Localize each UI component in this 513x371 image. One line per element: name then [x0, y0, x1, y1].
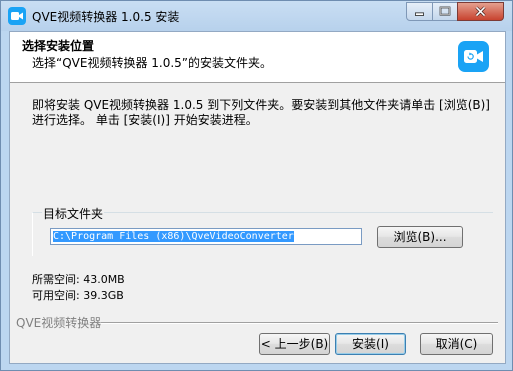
space-available: 可用空间: 39.3GB [32, 289, 124, 302]
install-button[interactable]: 安装(I) [335, 333, 406, 355]
page-subtitle: 选择“QVE视频转换器 1.0.5”的安装文件夹。 [32, 56, 273, 70]
destination-path-input[interactable]: C:\Program Files (x86)\QveVideoConverter [50, 228, 362, 245]
footer-divider [101, 322, 498, 324]
installer-body: 选择安装位置 选择“QVE视频转换器 1.0.5”的安装文件夹。 即将安装 QV… [9, 31, 506, 364]
destination-path-text: C:\Program Files (x86)\QveVideoConverter [53, 231, 294, 242]
page-title: 选择安装位置 [22, 39, 95, 53]
minimize-button[interactable] [406, 2, 433, 21]
page-header: 选择安装位置 选择“QVE视频转换器 1.0.5”的安装文件夹。 [10, 32, 505, 83]
close-icon [475, 6, 486, 17]
intro-text: 即将安装 QVE视频转换器 1.0.5 到下列文件夹。要安装到其他文件夹请单击 … [32, 98, 490, 127]
maximize-button[interactable] [432, 2, 458, 21]
close-button[interactable] [457, 2, 504, 21]
video-camera-icon [458, 41, 489, 72]
cancel-button[interactable]: 取消(C) [420, 333, 493, 355]
space-required: 所需空间: 43.0MB [32, 273, 125, 286]
back-button[interactable]: < 上一步(B) [259, 333, 330, 355]
window-title: QVE视频转换器 1.0.5 安装 [32, 10, 180, 24]
app-icon [8, 7, 26, 25]
footer-brand: QVE视频转换器 [16, 316, 102, 330]
title-bar[interactable]: QVE视频转换器 1.0.5 安装 [1, 1, 512, 31]
destination-group-label: 目标文件夹 [42, 205, 105, 222]
installer-window: QVE视频转换器 1.0.5 安装 选择安装位置 选择“QVE视频转换器 1.0… [0, 0, 513, 371]
browse-button[interactable]: 浏览(B)... [377, 226, 463, 248]
